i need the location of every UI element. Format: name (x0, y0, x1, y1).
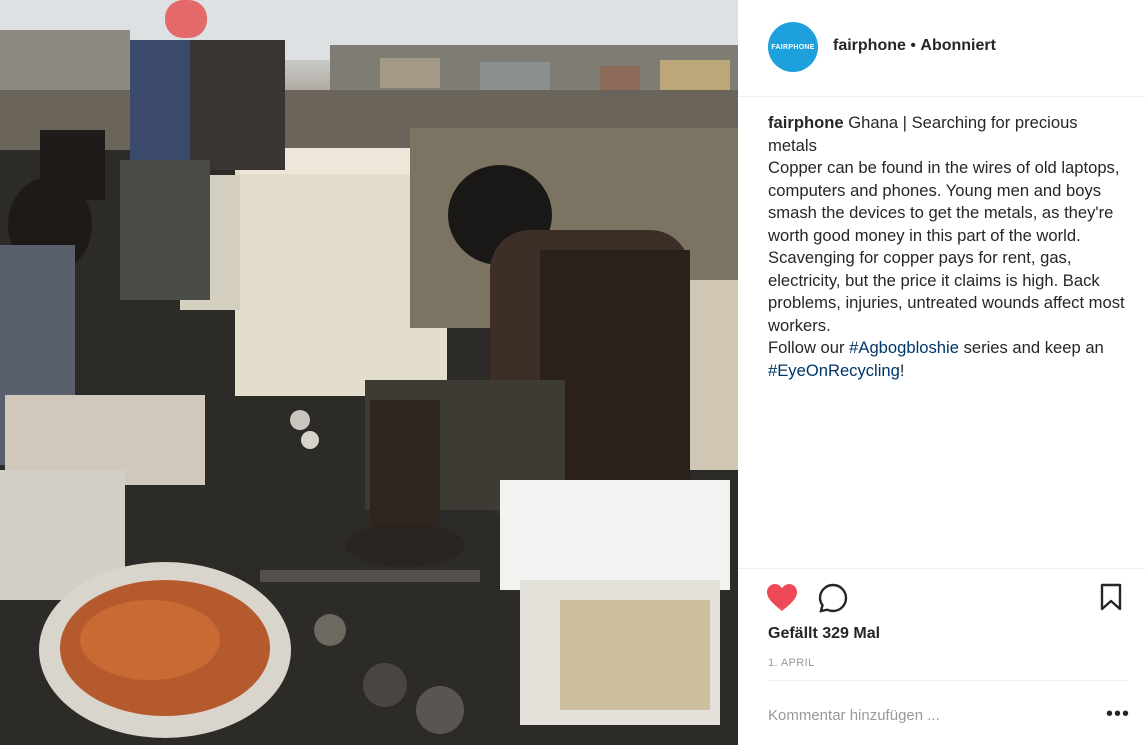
avatar-label: FAIRPHONE (771, 43, 815, 51)
ewaste-photo-illustration (0, 0, 738, 745)
post-caption: fairphone Ghana | Searching for precious… (768, 112, 1126, 382)
header-separator: • (905, 37, 921, 54)
hashtag-agbogbloshie[interactable]: #Agbogbloshie (849, 338, 959, 357)
likes-count[interactable]: Gefällt 329 Mal (768, 625, 880, 643)
comment-input[interactable] (768, 707, 1068, 724)
post-header: FAIRPHONE fairphone • Abonniert (738, 0, 1145, 97)
follow-status-button[interactable]: Abonniert (920, 37, 996, 54)
hashtag-eyeonrecycling[interactable]: #EyeOnRecycling (768, 361, 900, 380)
heart-icon[interactable] (766, 583, 798, 618)
caption-follow-suffix: ! (899, 360, 905, 380)
caption-follow-prefix: Follow our (768, 338, 850, 357)
header-user-line: fairphone • Abonniert (833, 37, 996, 55)
bookmark-icon[interactable] (1100, 583, 1122, 616)
caption-username[interactable]: fairphone (768, 113, 844, 132)
caption-follow-middle: series and keep an (958, 338, 1104, 357)
caption-title-line: fairphone Ghana | Searching for precious… (768, 112, 1126, 157)
post-date: 1. APRIL (768, 657, 815, 669)
avatar[interactable]: FAIRPHONE (768, 22, 818, 72)
caption-body: Copper can be found in the wires of old … (768, 158, 1125, 335)
post-sidebar: FAIRPHONE fairphone • Abonniert fairphon… (738, 0, 1145, 745)
comment-icon[interactable] (818, 583, 848, 618)
comment-bar: ••• (768, 680, 1130, 746)
caption-follow-line: Follow our #Agbogbloshie series and keep… (768, 337, 1126, 382)
post-photo[interactable] (0, 0, 738, 745)
more-options-icon[interactable]: ••• (1106, 703, 1130, 726)
header-username[interactable]: fairphone (833, 37, 906, 54)
